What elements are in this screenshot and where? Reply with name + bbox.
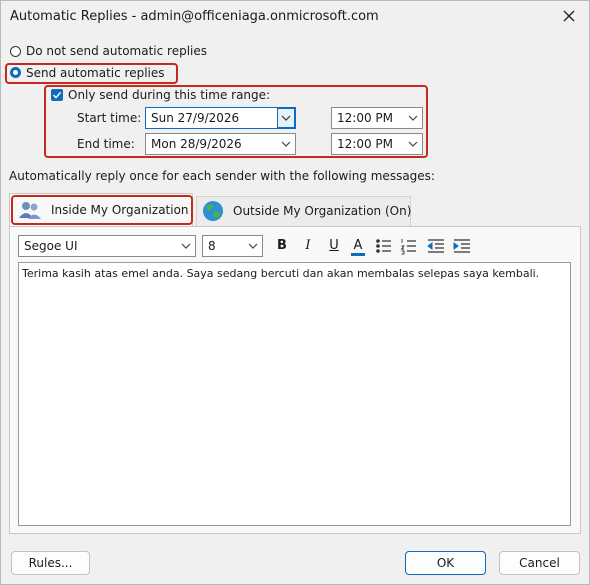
increase-indent-icon[interactable] xyxy=(452,237,472,258)
start-time-select[interactable]: 12:00 PM xyxy=(331,107,423,129)
start-time-value: 12:00 PM xyxy=(337,111,393,125)
globe-icon xyxy=(200,199,226,226)
no-reply-radio[interactable] xyxy=(10,46,21,57)
end-date-picker[interactable]: Mon 28/9/2026 xyxy=(145,133,296,155)
font-size-value: 8 xyxy=(208,239,216,253)
end-time-select[interactable]: 12:00 PM xyxy=(331,133,423,155)
messages-caption: Automatically reply once for each sender… xyxy=(9,169,435,183)
bullet-list-icon[interactable] xyxy=(375,237,393,258)
numbered-list-icon[interactable] xyxy=(400,237,418,258)
bold-button[interactable]: B xyxy=(275,236,289,256)
chevron-down-icon[interactable] xyxy=(404,108,422,128)
start-date-value: Sun 27/9/2026 xyxy=(151,111,240,125)
time-range-checkbox[interactable] xyxy=(51,89,63,101)
chevron-down-icon[interactable] xyxy=(244,236,262,256)
window-title: Automatic Replies - admin@officeniaga.on… xyxy=(10,9,379,24)
end-date-value: Mon 28/9/2026 xyxy=(151,137,242,151)
chevron-down-icon[interactable] xyxy=(404,134,422,154)
decrease-indent-icon[interactable] xyxy=(426,237,446,258)
tab-inside-label[interactable]: Inside My Organization xyxy=(51,203,189,217)
no-reply-label[interactable]: Do not send automatic replies xyxy=(26,44,207,58)
ok-button[interactable]: OK xyxy=(405,551,486,575)
send-replies-label[interactable]: Send automatic replies xyxy=(26,66,165,80)
font-size-select[interactable]: 8 xyxy=(202,235,263,257)
start-time-label: Start time: xyxy=(77,111,142,125)
chevron-down-icon[interactable] xyxy=(277,108,295,128)
time-range-label[interactable]: Only send during this time range: xyxy=(68,88,270,102)
end-time-label: End time: xyxy=(77,137,135,151)
chevron-down-icon[interactable] xyxy=(277,134,295,154)
tab-outside-label[interactable]: Outside My Organization (On) xyxy=(233,204,411,218)
cancel-button[interactable]: Cancel xyxy=(499,551,580,575)
font-name-value: Segoe UI xyxy=(24,239,78,253)
message-body-input[interactable]: Terima kasih atas emel anda. Saya sedang… xyxy=(18,262,571,526)
people-icon xyxy=(17,199,43,224)
font-name-select[interactable]: Segoe UI xyxy=(18,235,196,257)
end-time-value: 12:00 PM xyxy=(337,137,393,151)
title-bar: Automatic Replies - admin@officeniaga.on… xyxy=(0,0,588,34)
italic-button[interactable]: I xyxy=(302,236,314,256)
rules-button[interactable]: Rules... xyxy=(11,551,90,575)
start-date-picker[interactable]: Sun 27/9/2026 xyxy=(145,107,296,129)
chevron-down-icon[interactable] xyxy=(177,236,195,256)
font-color-swatch xyxy=(351,253,365,256)
send-replies-radio[interactable] xyxy=(10,67,21,78)
underline-button[interactable]: U xyxy=(327,236,341,256)
close-icon[interactable] xyxy=(558,5,580,27)
